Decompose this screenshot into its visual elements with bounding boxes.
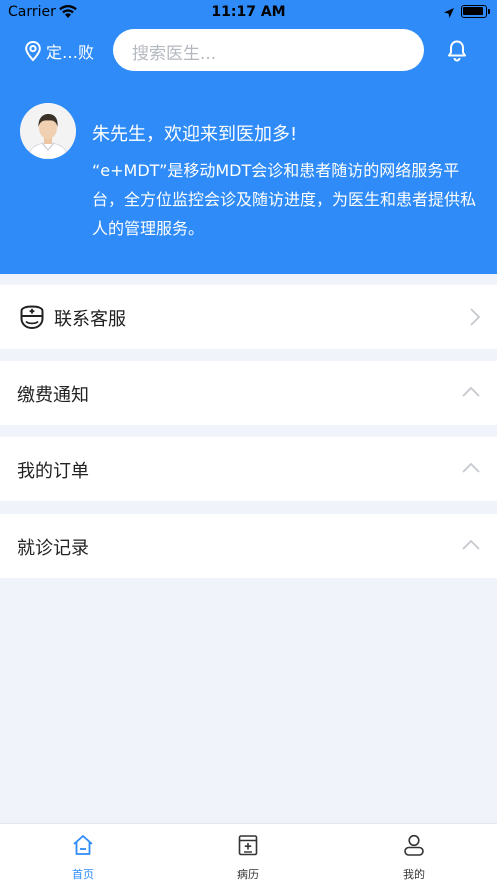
menu-item-payment[interactable]: 缴费通知: [0, 361, 497, 425]
chevron-right-icon: [469, 307, 481, 331]
platform-description: “e+MDT”是移动MDT会诊和患者随访的网络服务平台，全方位监控会诊及随访进度…: [92, 161, 477, 238]
location-arrow-icon: [443, 5, 455, 24]
menu-item-contact[interactable]: 联系客服: [0, 285, 497, 349]
location-pin-icon: [25, 40, 41, 62]
welcome-text: 朱先生，欢迎来到医加多!: [92, 124, 298, 145]
search-placeholder: 搜索医生...: [132, 44, 217, 64]
tab-me-label: 我的: [403, 868, 425, 881]
medical-record-icon: [238, 835, 258, 856]
bell-icon[interactable]: [445, 38, 469, 66]
tab-me[interactable]: 我的: [354, 824, 474, 883]
chevron-up-icon: [461, 383, 481, 402]
home-icon: [73, 835, 93, 855]
chevron-up-icon: [461, 459, 481, 478]
nurse-icon: [19, 304, 45, 334]
tab-records[interactable]: 病历: [188, 824, 308, 883]
tab-records-label: 病历: [237, 868, 259, 881]
battery-icon: [461, 5, 490, 18]
contact-label: 联系客服: [54, 309, 126, 330]
location-selector[interactable]: 定…败: [24, 38, 94, 64]
user-icon: [404, 834, 424, 856]
payment-label: 缴费通知: [17, 385, 89, 406]
status-bar: Carrier 11:17 AM: [0, 0, 497, 26]
tab-home[interactable]: 首页: [23, 824, 143, 883]
menu-item-orders[interactable]: 我的订单: [0, 437, 497, 501]
header-banner: Carrier 11:17 AM 定…败 搜索医生... 朱先生，欢迎来到医加多…: [0, 0, 497, 274]
clock: 11:17 AM: [211, 4, 286, 20]
search-input[interactable]: 搜索医生...: [113, 29, 424, 71]
tab-home-label: 首页: [72, 868, 94, 881]
menu-item-visits[interactable]: 就诊记录: [0, 514, 497, 578]
avatar[interactable]: [20, 103, 76, 159]
tab-bar: 首页 病历 我的: [0, 823, 497, 883]
visits-label: 就诊记录: [17, 538, 89, 559]
orders-label: 我的订单: [17, 461, 89, 482]
location-label: 定…败: [46, 43, 95, 62]
chevron-up-icon: [461, 536, 481, 555]
